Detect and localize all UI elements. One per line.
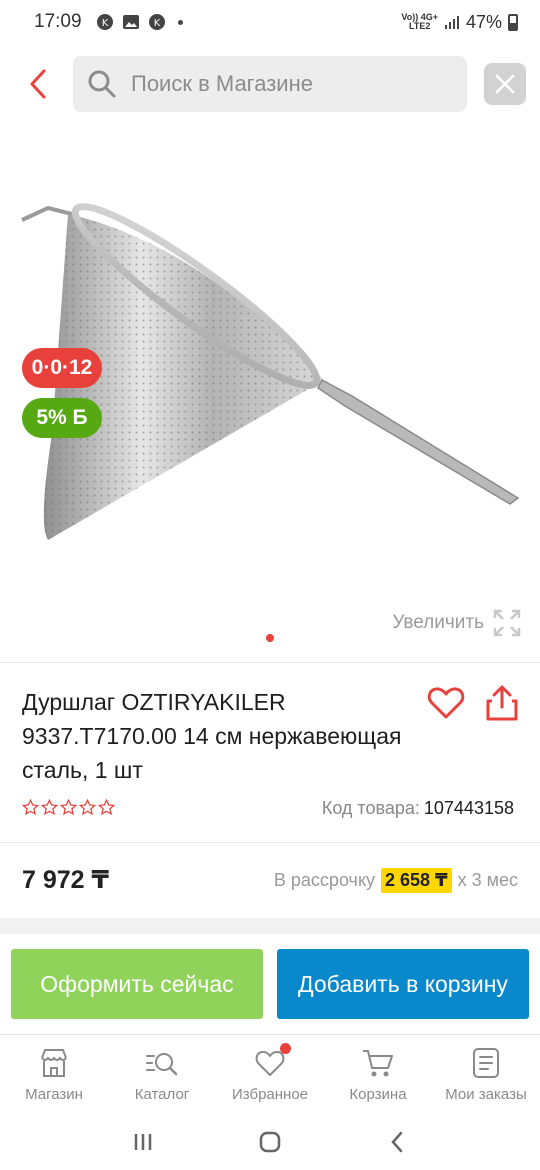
status-bar: 17:09 K K Vo)) 4G+ LTE2 47% <box>0 0 540 44</box>
price-section: 7 972 ₸ В рассрочку 2 658 ₸ х 3 мес <box>0 842 540 918</box>
star-icon <box>60 799 77 816</box>
search-box[interactable] <box>73 56 467 112</box>
recent-apps-button[interactable] <box>123 1122 163 1162</box>
nav-label-cart: Корзина <box>349 1086 407 1103</box>
installment-term: х 3 мес <box>457 869 518 890</box>
svg-text:K: K <box>101 18 108 29</box>
product-price: 7 972 ₸ <box>22 866 109 894</box>
clear-search-button[interactable] <box>484 63 526 105</box>
zoom-button[interactable]: Увеличить <box>392 608 522 638</box>
battery-icon <box>508 13 518 31</box>
bonus-badge: 5% Б <box>22 398 102 438</box>
nav-item-cart[interactable]: Корзина <box>324 1035 432 1114</box>
product-image-gallery[interactable]: 0·0·12 5% Б Увеличить <box>0 124 540 662</box>
svg-text:K: K <box>153 18 160 29</box>
star-icon <box>98 799 115 816</box>
recent-apps-icon <box>135 1134 152 1150</box>
system-back-button[interactable] <box>377 1122 417 1162</box>
favorite-heart-icon[interactable] <box>426 683 466 723</box>
nav-label-orders: Мои заказы <box>445 1086 527 1103</box>
network-indicator: Vo)) 4G+ LTE2 <box>401 12 438 31</box>
store-icon <box>41 1049 67 1077</box>
search-input[interactable] <box>131 71 431 97</box>
product-title: Дуршлаг OZTIRYAKILER 9337.T7170.00 14 см… <box>22 689 402 783</box>
home-icon <box>259 1131 281 1153</box>
nav-label-catalog: Каталог <box>134 1086 190 1103</box>
chevron-left-icon <box>30 69 46 99</box>
installment-badge: 0·0·12 <box>22 348 102 388</box>
nav-label-store: Магазин <box>25 1086 83 1103</box>
star-icon <box>79 799 96 816</box>
more-notifications-dot <box>177 19 183 25</box>
share-icon[interactable] <box>484 683 520 723</box>
star-icon <box>41 799 58 816</box>
installment-amount: 2 658 ₸ <box>381 867 452 893</box>
product-info: Дуршлаг OZTIRYAKILER 9337.T7170.00 14 см… <box>0 663 540 841</box>
close-icon <box>495 74 515 94</box>
catalog-search-icon <box>146 1053 178 1076</box>
nav-item-store[interactable]: Магазин <box>0 1035 108 1114</box>
nav-item-favorites[interactable]: Избранное <box>216 1035 324 1114</box>
bottom-navigation: Магазин Каталог Избранное Корзина Мои за… <box>0 1034 540 1114</box>
nav-label-favorites: Избранное <box>231 1086 309 1103</box>
search-header <box>0 44 540 124</box>
cart-icon <box>363 1050 393 1077</box>
sku-value: 107443158 <box>423 798 514 818</box>
app-notification-icon: K <box>96 14 113 30</box>
home-button[interactable] <box>250 1122 290 1162</box>
product-sku: Код товара: 107443158 <box>322 798 514 819</box>
image-notification-icon <box>122 15 139 29</box>
purchase-actions: Оформить сейчас Добавить в корзину <box>0 934 540 1034</box>
buy-now-button[interactable]: Оформить сейчас <box>11 949 263 1019</box>
add-to-cart-button[interactable]: Добавить в корзину <box>277 949 529 1019</box>
zoom-label: Увеличить <box>392 612 484 633</box>
sku-label: Код товара: <box>321 798 420 818</box>
back-icon <box>390 1131 402 1153</box>
installment-info[interactable]: В рассрочку 2 658 ₸ х 3 мес <box>273 867 518 893</box>
installment-label: В рассрочку <box>273 869 376 890</box>
nav-item-catalog[interactable]: Каталог <box>108 1035 216 1114</box>
system-navigation-bar <box>0 1114 540 1170</box>
search-icon <box>88 70 116 98</box>
nav-item-orders[interactable]: Мои заказы <box>432 1035 540 1114</box>
section-separator <box>0 918 540 934</box>
signal-icon <box>444 16 459 29</box>
status-time: 17:09 <box>34 11 82 32</box>
back-button[interactable] <box>6 52 70 116</box>
orders-icon <box>473 1048 499 1078</box>
rating-stars <box>22 799 115 816</box>
star-icon <box>22 799 39 816</box>
battery-percent: 47% <box>465 11 502 32</box>
favorites-notification-dot <box>280 1043 291 1054</box>
app-notification-icon-2: K <box>148 14 165 30</box>
expand-icon <box>493 609 521 637</box>
gallery-pager-dot <box>266 634 274 642</box>
